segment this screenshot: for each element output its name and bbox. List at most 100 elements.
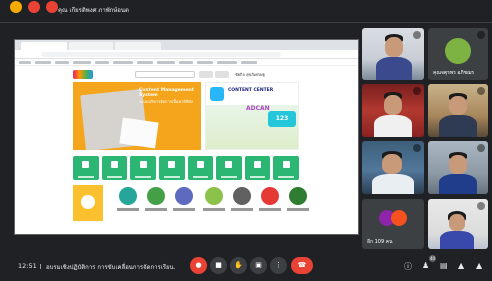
clock: 12:51 [18, 262, 37, 270]
mic-status-icon [413, 31, 421, 39]
app-label [203, 208, 225, 211]
site-logo[interactable] [73, 70, 93, 79]
menu-tile[interactable] [130, 156, 156, 180]
cms-subtitle: ระบบบริหารจัดการเนื้อหาดิจิทัล [139, 99, 194, 104]
app-item[interactable] [231, 187, 253, 213]
participant-tile[interactable] [428, 199, 488, 249]
menu-tile[interactable] [187, 156, 214, 180]
grid-icon [196, 161, 204, 168]
menu-tile-label [278, 176, 294, 178]
app-item[interactable] [259, 187, 281, 213]
app-label [231, 208, 253, 211]
participant-tile[interactable] [362, 141, 424, 194]
menu-tile-label [163, 176, 180, 178]
bookmark[interactable] [19, 61, 31, 64]
app-item[interactable] [145, 187, 167, 213]
participant-avatar [391, 210, 407, 226]
mic-status-icon [477, 144, 485, 152]
activities-icon[interactable]: ▲ [458, 261, 464, 270]
more-options-icon[interactable]: ⋮ [270, 257, 287, 274]
app-item[interactable] [173, 187, 195, 213]
participant-body [374, 115, 412, 137]
app-icon [119, 187, 137, 205]
featured-app[interactable] [73, 185, 103, 221]
bookmark[interactable] [73, 61, 91, 64]
menu-tile-label [106, 176, 123, 178]
bookmark[interactable] [217, 61, 237, 64]
bookmark[interactable] [197, 61, 213, 64]
record-icon[interactable] [28, 1, 40, 13]
top-icons [10, 1, 58, 13]
music-icon [168, 161, 176, 168]
record-icon-2[interactable] [46, 1, 58, 13]
app-icon [233, 187, 251, 205]
emoji-reaction-icon[interactable] [10, 1, 22, 13]
banner-number: 123 [268, 111, 296, 127]
app-label [117, 208, 139, 211]
bookmark[interactable] [35, 61, 51, 64]
cms-banner[interactable]: Content Management System ระบบบริหารจัดก… [73, 82, 201, 150]
menu-tile[interactable] [244, 156, 271, 180]
bookmark[interactable] [157, 61, 175, 64]
participant-body [439, 115, 477, 137]
end-call-icon[interactable]: ☎ [291, 257, 313, 274]
menu-tile[interactable] [216, 156, 242, 180]
browser-tab[interactable] [69, 42, 113, 50]
bookmark[interactable] [113, 61, 133, 64]
menu-tile[interactable] [273, 156, 299, 180]
mic-off-icon [477, 31, 485, 39]
image-icon [139, 161, 147, 168]
more-participants-tile[interactable]: อีก 109 คน [362, 199, 424, 249]
participant-tile[interactable] [362, 84, 424, 137]
chat-icon[interactable]: ▤ [440, 261, 448, 270]
site-button[interactable] [215, 71, 229, 78]
app-item[interactable] [287, 187, 309, 213]
participant-avatar [445, 38, 471, 64]
participant-tile[interactable] [428, 141, 488, 194]
info-icon[interactable]: ⓘ [404, 261, 412, 272]
menu-tile[interactable] [101, 156, 128, 180]
raise-hand-icon[interactable]: ✋ [230, 257, 247, 274]
mic-status-icon [413, 144, 421, 152]
camera-off-icon[interactable]: ■ [210, 257, 227, 274]
menu-tile[interactable] [158, 156, 185, 180]
menu-tile[interactable] [73, 156, 99, 180]
mic-status-icon [477, 202, 485, 210]
content-center-banner[interactable]: CONTENT CENTER ADCAN 123 [205, 82, 299, 150]
participant-face [385, 37, 403, 57]
url-field[interactable] [41, 52, 281, 57]
site-search[interactable] [135, 71, 195, 78]
participant-body [376, 57, 412, 80]
app-item[interactable] [203, 187, 225, 213]
present-icon[interactable]: ▣ [250, 257, 267, 274]
participant-tile[interactable] [428, 84, 488, 137]
separator [40, 264, 41, 269]
app-label [145, 208, 167, 211]
content-center-logo [210, 87, 224, 101]
site-button[interactable] [199, 71, 213, 78]
participant-tile[interactable] [362, 28, 424, 80]
app-item[interactable] [117, 187, 139, 213]
cms-title: Content Management System [139, 88, 194, 98]
bookmark[interactable] [95, 61, 109, 64]
meeting-title: อบรมเชิงปฏิบัติการ การขับเคลื่อนการจัดกา… [46, 264, 176, 271]
people-icon[interactable]: ♟ [422, 261, 429, 270]
participant-face [384, 95, 402, 115]
site-user-name[interactable]: ชัยกิจ สุขภิเศรษฐ [235, 71, 265, 78]
lock-icon[interactable]: ▲ [476, 261, 482, 270]
app-label [287, 208, 309, 211]
bookmark[interactable] [55, 61, 69, 64]
more-participants-count: อีก 109 คน [367, 239, 393, 245]
content-center-title: CONTENT CENTER [228, 88, 274, 93]
bookmark[interactable] [137, 61, 153, 64]
shared-screen[interactable]: ชัยกิจ สุขภิเศรษฐ Content Management Sys… [14, 39, 359, 235]
bookmark[interactable] [241, 61, 257, 64]
bookmarks-bar [15, 59, 358, 66]
browser-tab[interactable] [115, 42, 161, 50]
microphone-off-icon[interactable]: ● [190, 257, 207, 274]
bookmark[interactable] [179, 61, 193, 64]
browser-tab[interactable] [21, 42, 67, 50]
meet-window: คุณ เกียรติพงศ ภาพักษ์อนต ชัยกิจ สุขภิเศ… [0, 0, 492, 281]
participant-tile[interactable]: คุณจตุรพร อภิชฌร [428, 28, 488, 80]
app-logo [81, 195, 95, 209]
